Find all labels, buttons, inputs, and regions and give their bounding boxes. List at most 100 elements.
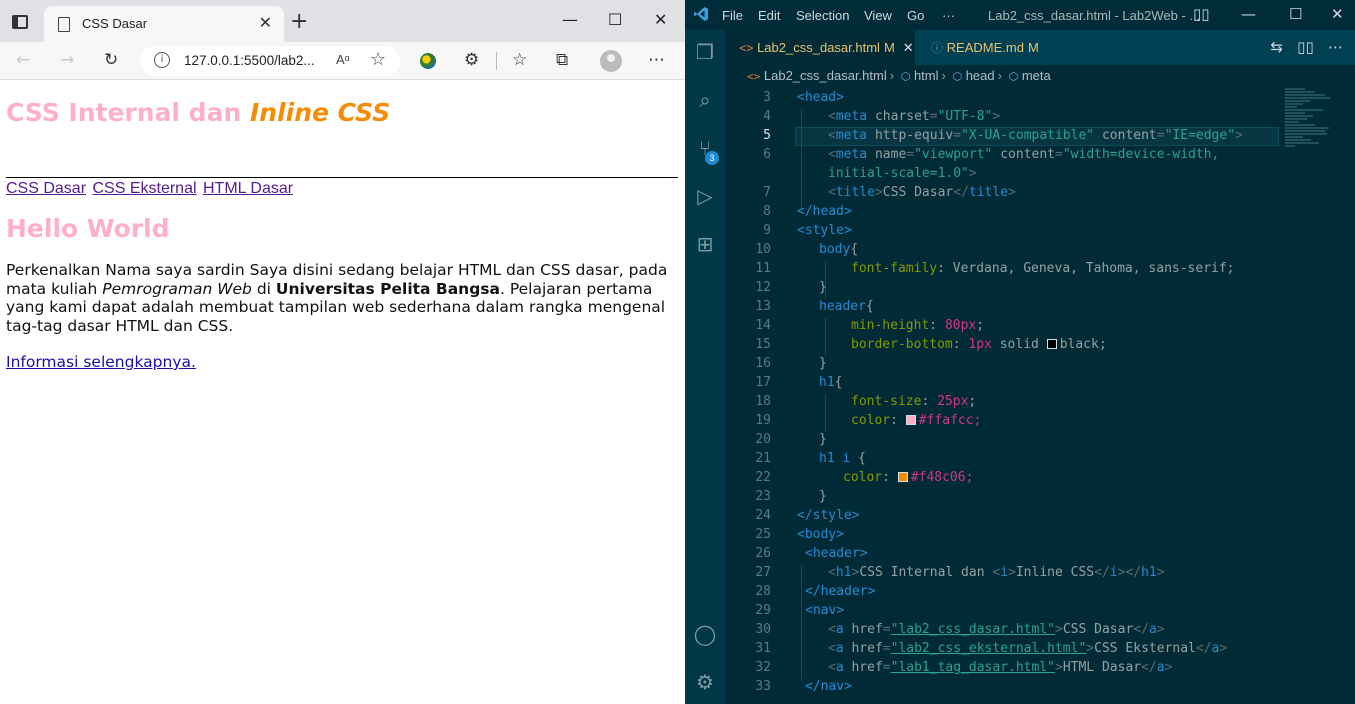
line-number: 13 — [755, 299, 771, 314]
line-number: 27 — [755, 565, 771, 580]
line-number: 31 — [755, 641, 771, 656]
line-number: 14 — [755, 318, 771, 333]
tab-readme[interactable]: ⓘ README.md M — [917, 30, 1047, 65]
account-icon[interactable]: ◯ — [693, 622, 717, 646]
menu-more[interactable]: ··· — [942, 8, 955, 23]
line-number: 8 — [763, 204, 771, 219]
close-tab-icon[interactable]: ✕ — [259, 13, 272, 32]
page-header: CSS Internal dan Inline CSS — [6, 96, 678, 178]
extensions-icon[interactable]: ⊞ — [693, 232, 717, 256]
tab-label: Lab2_css_dasar.html — [757, 40, 880, 55]
code-line: <meta charset="UTF-8"> — [828, 109, 1001, 124]
nav-link-css-eksternal[interactable]: CSS Eksternal — [92, 180, 196, 197]
more-menu-icon[interactable]: ⋯ — [648, 50, 665, 70]
vscode-titlebar: File Edit Selection View Go ··· Lab2_css… — [685, 0, 1355, 30]
chevron-right-icon: › — [889, 68, 895, 83]
line-number: 10 — [755, 242, 771, 257]
color-swatch[interactable] — [1046, 339, 1057, 349]
code-line: <head> — [797, 90, 844, 105]
menu-go[interactable]: Go — [907, 8, 924, 23]
code-line: <h1>CSS Internal dan <i>Inline CSS</i></… — [828, 565, 1165, 580]
layout-icon[interactable]: ▯▯ — [1193, 5, 1210, 23]
code-line: initial-scale=1.0"> — [828, 166, 977, 181]
close-window-button[interactable]: ✕ — [654, 10, 667, 29]
color-swatch[interactable] — [897, 472, 908, 482]
line-number: 29 — [755, 603, 771, 618]
tab-actions-icon[interactable] — [12, 15, 28, 29]
vscode-maximize-button[interactable]: ☐ — [1289, 5, 1302, 23]
extension-globe-icon[interactable] — [420, 53, 436, 69]
line-number: 18 — [755, 394, 771, 409]
modified-badge: M — [883, 40, 895, 55]
nav-link-html-dasar[interactable]: HTML Dasar — [203, 180, 293, 197]
back-icon[interactable]: ← — [16, 50, 30, 70]
breadcrumb-html[interactable]: html — [914, 68, 939, 83]
para-bold: Universitas Pelita Bangsa — [275, 279, 500, 298]
site-info-icon[interactable]: i — [154, 52, 170, 68]
minimap — [1285, 88, 1345, 198]
forward-icon[interactable]: → — [60, 50, 74, 70]
code-line: <header> — [805, 546, 868, 561]
collections-icon[interactable]: ⧉ — [556, 50, 568, 70]
hello-heading: Hello World — [6, 214, 170, 243]
menu-selection[interactable]: Selection — [796, 8, 849, 23]
para-italic: Pemrograman Web — [102, 279, 252, 298]
new-tab-button[interactable]: + — [290, 9, 308, 34]
explorer-icon[interactable]: ❐ — [693, 40, 717, 64]
code-line: <style> — [797, 223, 852, 238]
more-info-link[interactable]: Informasi selengkapnya. — [6, 353, 196, 371]
extensions-icon[interactable]: ⚙ — [464, 50, 479, 70]
code-editor[interactable]: 3 4 5 6 7 8 9 10 11 12 13 14 15 16 17 18… — [725, 88, 1355, 704]
code-line: } — [819, 489, 827, 504]
tab-title: CSS Dasar — [82, 16, 148, 31]
address-bar[interactable]: i 127.0.0.1:5500/lab2... Aᵅ ☆ — [140, 46, 400, 76]
line-number: 4 — [763, 109, 771, 124]
tab-label: README.md — [946, 40, 1024, 55]
toolbar-divider — [496, 52, 497, 70]
refresh-icon[interactable]: ↻ — [104, 50, 118, 70]
code-line: </header> — [805, 584, 876, 599]
minimize-button[interactable]: — — [562, 10, 578, 29]
search-icon[interactable]: ⌕ — [693, 88, 717, 112]
editor-actions[interactable]: ⇆ ▯▯ ⋯ — [1270, 38, 1343, 56]
menu-file[interactable]: File — [722, 8, 743, 23]
nav-link-css-dasar[interactable]: CSS Dasar — [6, 180, 86, 197]
line-number: 26 — [755, 546, 771, 561]
code-line: <meta name="viewport" content="width=dev… — [828, 147, 1220, 162]
read-aloud-icon[interactable]: Aᵅ — [336, 52, 350, 67]
menu-edit[interactable]: Edit — [758, 8, 780, 23]
profile-avatar[interactable] — [600, 50, 622, 72]
vscode-minimize-button[interactable]: — — [1241, 5, 1256, 23]
vscode-logo-icon — [694, 7, 708, 21]
close-tab-icon[interactable]: ✕ — [903, 41, 914, 56]
add-favorite-icon[interactable]: ☆ — [370, 49, 386, 70]
browser-tab[interactable]: CSS Dasar ✕ — [44, 6, 284, 42]
code-line: min-height: 80px; — [851, 318, 985, 333]
run-debug-icon[interactable]: ▷ — [693, 184, 717, 208]
code-line: h1{ — [819, 375, 843, 390]
page-title: CSS Internal dan Inline CSS — [6, 96, 678, 130]
breadcrumb-head[interactable]: head — [966, 68, 995, 83]
vscode-close-button[interactable]: ✕ — [1331, 5, 1344, 23]
line-number: 19 — [755, 413, 771, 428]
line-number: 7 — [763, 185, 771, 200]
breadcrumb-meta[interactable]: meta — [1022, 68, 1051, 83]
code-line: </style> — [797, 508, 860, 523]
code-line: <a href="lab2_css_eksternal.html">CSS Ek… — [828, 641, 1228, 656]
line-number: 5 — [763, 128, 771, 143]
menu-view[interactable]: View — [864, 8, 892, 23]
tab-lab2-css-dasar[interactable]: <> Lab2_css_dasar.html M ✕ — [725, 30, 915, 65]
favorites-icon[interactable]: ☆ — [512, 50, 527, 70]
maximize-button[interactable]: ☐ — [608, 10, 622, 29]
breadcrumb-file[interactable]: Lab2_css_dasar.html — [764, 68, 887, 83]
para-text-2: di — [251, 279, 276, 298]
color-swatch[interactable] — [905, 415, 916, 425]
url-text[interactable]: 127.0.0.1:5500/lab2... — [184, 53, 315, 68]
html-file-icon: <> — [747, 70, 761, 83]
line-number: 9 — [763, 223, 771, 238]
code-line: <a href="lab2_css_dasar.html">CSS Dasar<… — [828, 622, 1165, 637]
indent-guide — [825, 318, 826, 356]
line-number: 16 — [755, 356, 771, 371]
line-number: 20 — [755, 432, 771, 447]
settings-gear-icon[interactable]: ⚙ — [693, 670, 717, 694]
